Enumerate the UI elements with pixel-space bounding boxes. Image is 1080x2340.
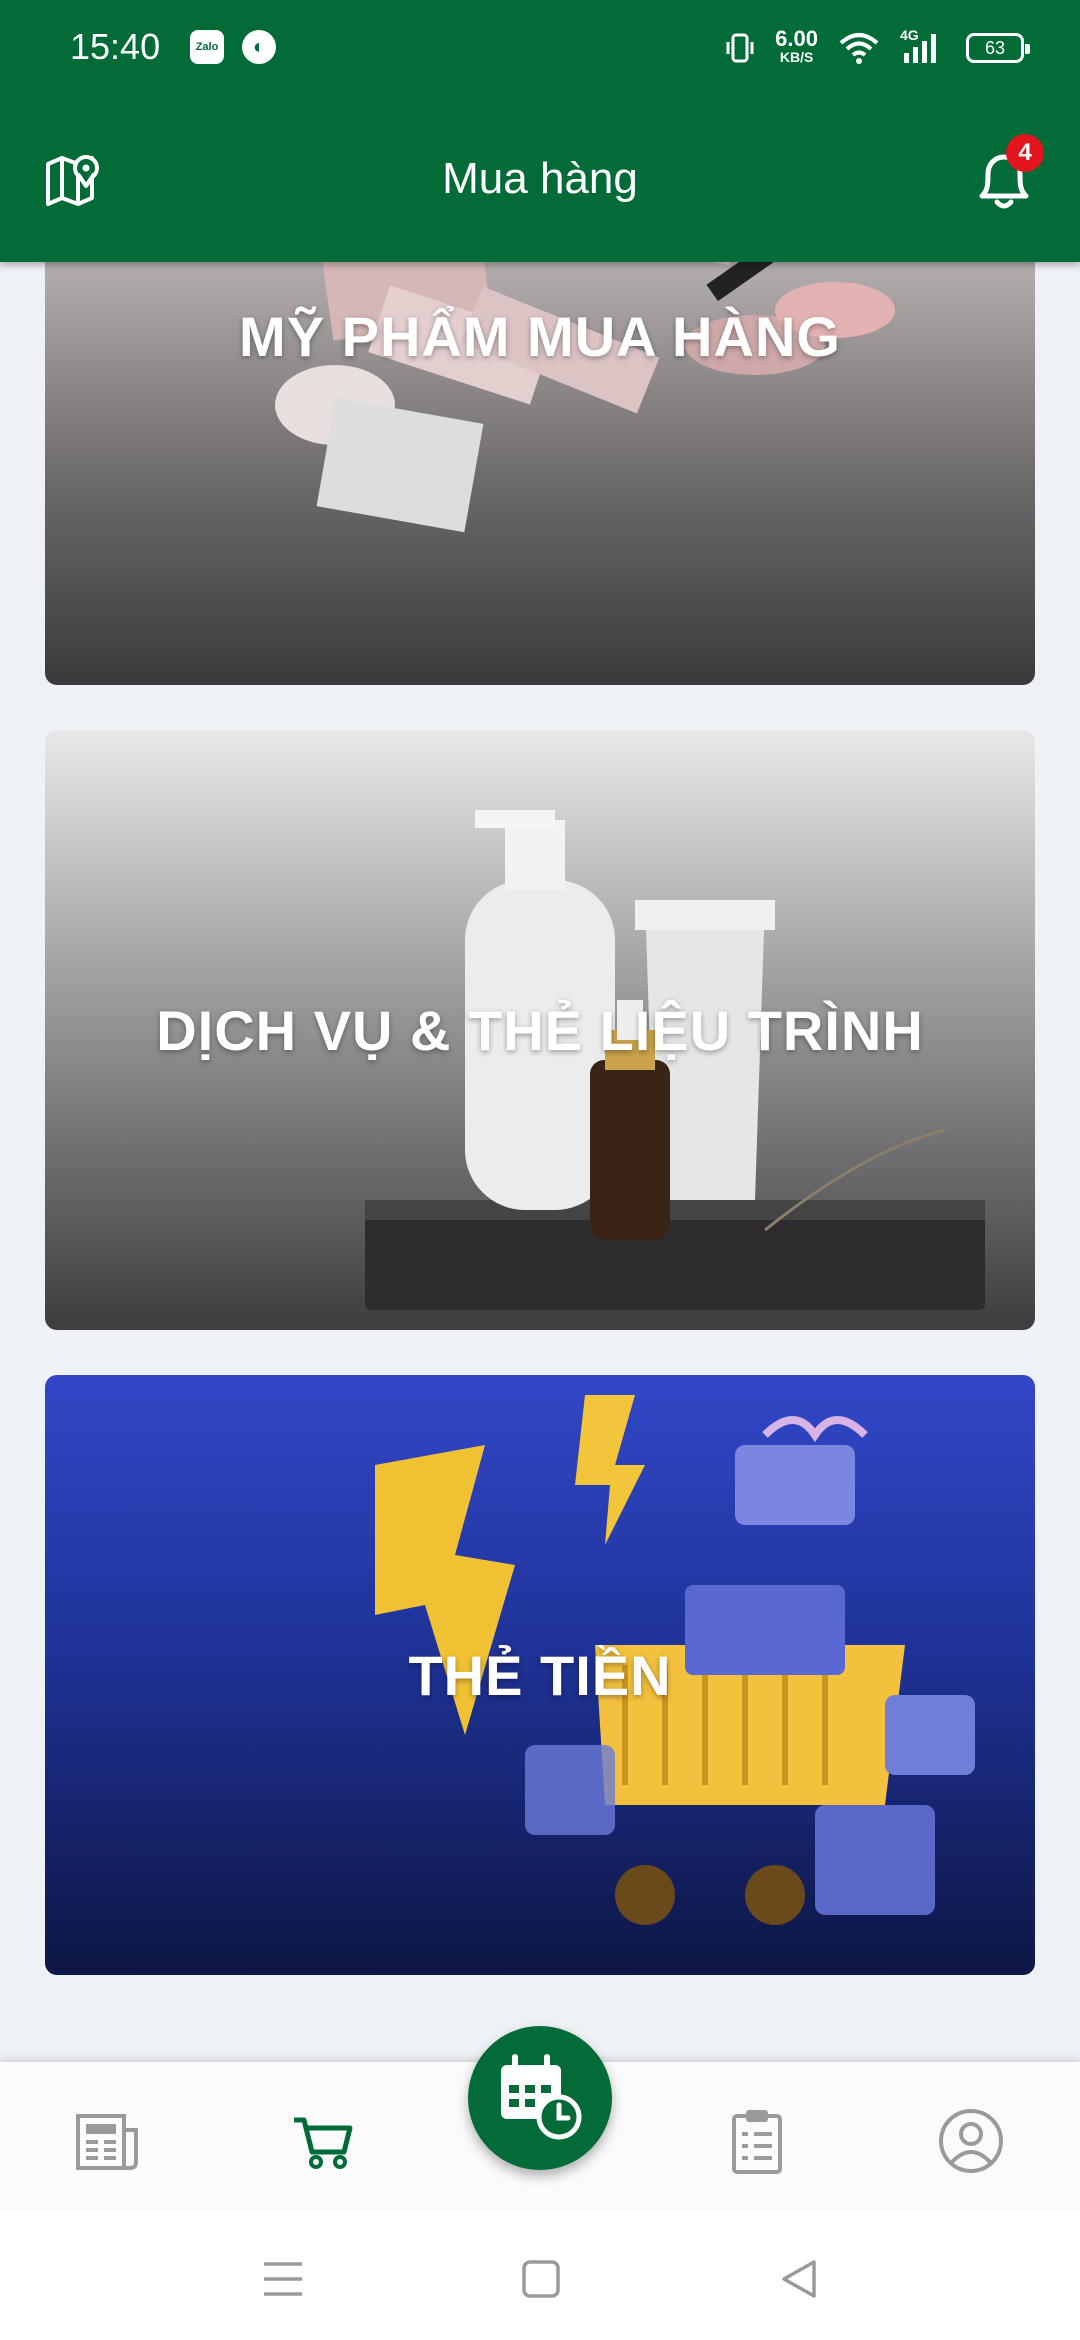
clipboard-icon xyxy=(732,2110,782,2174)
card-label-services: DỊCH VỤ & THẺ LIỆU TRÌNH xyxy=(156,998,924,1062)
nav-news[interactable] xyxy=(72,2106,142,2176)
top-bar: 15:40 Zalo ◐ 6.00 KB/S 4G 63 Mua hàng 4 xyxy=(0,0,1080,262)
user-icon xyxy=(939,2109,1003,2173)
cosmetics-image xyxy=(275,200,895,533)
vibrate-icon xyxy=(726,33,754,63)
notification-badge: 4 xyxy=(1006,134,1044,172)
system-back-button[interactable] xyxy=(774,2254,824,2304)
signal-4g: 4G xyxy=(900,27,946,65)
system-recents-button[interactable] xyxy=(258,2254,308,2304)
notifications-button[interactable]: 4 xyxy=(968,134,1044,216)
page-title: Mua hàng xyxy=(442,154,638,203)
system-home-button[interactable] xyxy=(516,2254,566,2304)
app-header: Mua hàng 4 xyxy=(0,110,1080,250)
zalo-app-icon: Zalo xyxy=(190,30,224,64)
money-card-card[interactable]: THẺ TIỀN xyxy=(45,1375,1035,1975)
menu-icon xyxy=(264,2262,302,2296)
battery-indicator: 63 xyxy=(966,33,1030,63)
newspaper-icon xyxy=(76,2114,138,2170)
back-triangle-icon xyxy=(782,2260,816,2298)
signal-bars-icon xyxy=(904,34,936,63)
card-label-cosmetics: MỸ PHẨM MUA HÀNG xyxy=(239,305,841,368)
wifi-icon xyxy=(839,33,879,64)
app-notification-icon: ◐ xyxy=(242,30,276,64)
network-speed: 6.00 KB/S xyxy=(775,26,818,66)
status-right: 6.00 KB/S 4G 63 xyxy=(725,26,1030,70)
home-square-icon xyxy=(522,2260,560,2298)
status-time: 15:40 xyxy=(70,26,161,67)
battery-level: 63 xyxy=(984,37,1006,58)
calendar-clock-icon xyxy=(501,2054,582,2140)
status-bar: 15:40 Zalo ◐ 6.00 KB/S 4G 63 xyxy=(0,0,1080,96)
cart-icon xyxy=(294,2117,353,2169)
card-label-money: THẺ TIỀN xyxy=(408,1643,672,1707)
system-navigation-bar xyxy=(0,2210,1080,2340)
network-speed-unit: KB/S xyxy=(779,49,814,65)
booking-fab-button[interactable] xyxy=(468,2026,612,2170)
cosmetics-purchase-card[interactable]: MỸ PHẨM MUA HÀNG xyxy=(45,200,1035,685)
nav-orders[interactable] xyxy=(722,2106,792,2176)
nav-cart[interactable] xyxy=(288,2106,358,2176)
nav-profile[interactable] xyxy=(936,2106,1006,2176)
network-speed-value: 6.00 xyxy=(775,26,818,51)
services-treatment-card[interactable]: DỊCH VỤ & THẺ LIỆU TRÌNH xyxy=(45,730,1035,1330)
